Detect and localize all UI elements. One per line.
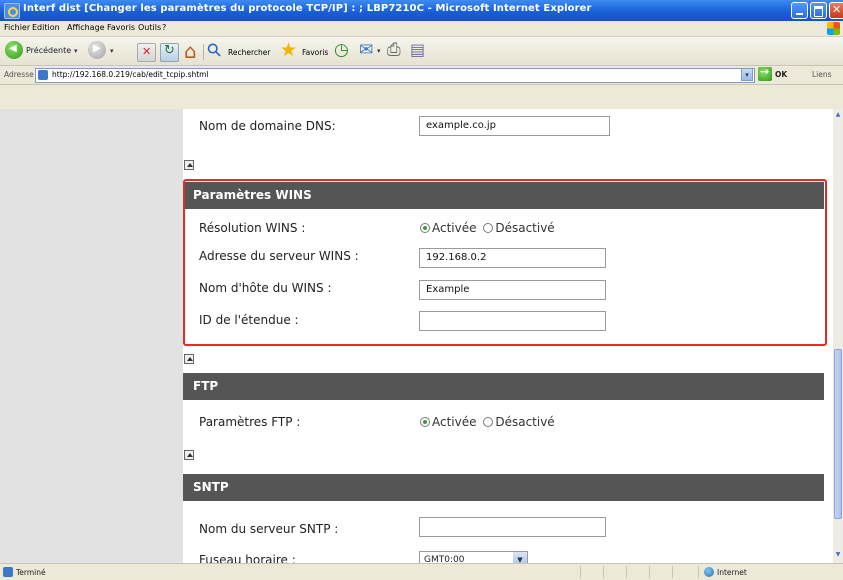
status-divider (672, 566, 673, 578)
windows-logo-icon (827, 22, 840, 35)
timezone-select[interactable]: GMT0:00 ▼ (419, 551, 528, 563)
ftp-enabled-label[interactable]: Activée (432, 415, 477, 429)
forward-arrow-icon[interactable] (88, 41, 106, 59)
menu-affichage[interactable]: Affichage (67, 23, 105, 32)
favorites-button-label[interactable]: Favoris (302, 48, 328, 57)
status-bar: Terminé Internet (0, 563, 843, 580)
internet-zone-icon (704, 567, 714, 577)
window-title: Interf dist [Changer les paramètres du p… (23, 3, 592, 14)
go-button-label[interactable]: OK (775, 70, 787, 79)
go-arrow-icon[interactable] (758, 65, 772, 81)
left-navigation-panel (0, 109, 175, 563)
ftp-radio-group: Activée Désactivé (420, 415, 555, 429)
scroll-top-icon[interactable] (184, 450, 194, 460)
menu-help[interactable]: ? (162, 23, 166, 32)
scroll-up-arrow-icon[interactable]: ▲ (834, 111, 842, 121)
sntp-section-title: SNTP (193, 480, 229, 494)
menu-favoris[interactable]: Favoris (107, 23, 135, 32)
history-icon[interactable] (334, 40, 351, 60)
sntp-server-input[interactable] (419, 517, 606, 537)
dns-domain-label: Nom de domaine DNS: (199, 119, 336, 133)
edit-page-icon[interactable] (410, 40, 427, 60)
back-arrow-icon[interactable] (5, 41, 23, 59)
status-divider (580, 566, 581, 578)
chevron-down-icon[interactable]: ▼ (513, 552, 527, 563)
sntp-server-label: Nom du serveur SNTP : (199, 522, 339, 536)
forward-dropdown-icon[interactable]: ▾ (110, 47, 114, 55)
page-done-icon (3, 567, 13, 577)
refresh-icon[interactable] (160, 43, 179, 62)
address-label: Adresse (4, 70, 34, 79)
minimize-button[interactable] (791, 2, 808, 19)
title-bar: Interf dist [Changer les paramètres du p… (0, 0, 843, 21)
sntp-section-header: SNTP (183, 474, 824, 501)
mail-dropdown-icon[interactable]: ▾ (377, 47, 381, 55)
page-icon (38, 70, 48, 80)
scroll-down-arrow-icon[interactable]: ▼ (834, 551, 842, 561)
mail-icon[interactable] (359, 40, 376, 60)
menu-edition[interactable]: Edition (32, 23, 60, 32)
ftp-disabled-label[interactable]: Désactivé (495, 415, 554, 429)
ftp-disabled-radio[interactable] (483, 417, 494, 427)
scroll-top-icon[interactable] (184, 354, 194, 364)
ftp-settings-label: Paramètres FTP : (199, 415, 301, 429)
links-label[interactable]: Liens (812, 70, 832, 79)
menu-bar: Fichier Edition Affichage Favoris Outils… (0, 21, 843, 37)
stop-icon[interactable] (137, 43, 156, 62)
security-zone-label: Internet (717, 568, 747, 577)
search-button-label[interactable]: Rechercher (228, 48, 270, 57)
favorites-star-icon[interactable] (280, 39, 297, 61)
vertical-scrollbar[interactable]: ▲ ▼ (833, 109, 843, 563)
browser-window: Interf dist [Changer les paramètres du p… (0, 0, 843, 580)
timezone-value: GMT0:00 (424, 555, 465, 563)
ftp-enabled-radio[interactable] (420, 417, 430, 427)
ftp-section-header: FTP (183, 373, 824, 400)
address-bar: Adresse http://192.168.0.219/cab/edit_tc… (0, 65, 843, 85)
timezone-label: Fuseau horaire : (199, 553, 296, 563)
address-url[interactable]: http://192.168.0.219/cab/edit_tcpip.shtm… (52, 70, 209, 79)
toolbar: Précédente ▾ ▾ Rechercher Favoris ▾ (0, 37, 843, 66)
print-icon[interactable] (387, 40, 404, 60)
scrollbar-thumb[interactable] (834, 349, 842, 519)
search-icon[interactable] (208, 43, 225, 60)
status-divider (603, 566, 604, 578)
status-divider (649, 566, 650, 578)
menu-outils[interactable]: Outils (138, 23, 161, 32)
home-icon[interactable] (183, 39, 200, 63)
back-button-label[interactable]: Précédente (26, 46, 71, 55)
address-input[interactable]: http://192.168.0.219/cab/edit_tcpip.shtm… (35, 68, 755, 83)
page-viewport: Nom de domaine DNS: example.co.jp Paramè… (0, 109, 833, 563)
status-text: Terminé (16, 568, 46, 577)
back-dropdown-icon[interactable]: ▾ (74, 47, 78, 55)
maximize-button[interactable] (810, 2, 827, 19)
internet-explorer-icon (4, 3, 20, 19)
dns-domain-input[interactable]: example.co.jp (419, 116, 610, 136)
address-dropdown-icon[interactable]: ▾ (741, 68, 753, 81)
status-divider (626, 566, 627, 578)
menu-fichier[interactable]: Fichier (4, 23, 30, 32)
status-divider (698, 566, 699, 578)
panel-gutter (175, 109, 183, 563)
wins-highlight-frame (183, 179, 827, 346)
scroll-top-icon[interactable] (184, 160, 194, 170)
close-button[interactable] (829, 2, 843, 19)
ftp-section-title: FTP (193, 379, 219, 393)
